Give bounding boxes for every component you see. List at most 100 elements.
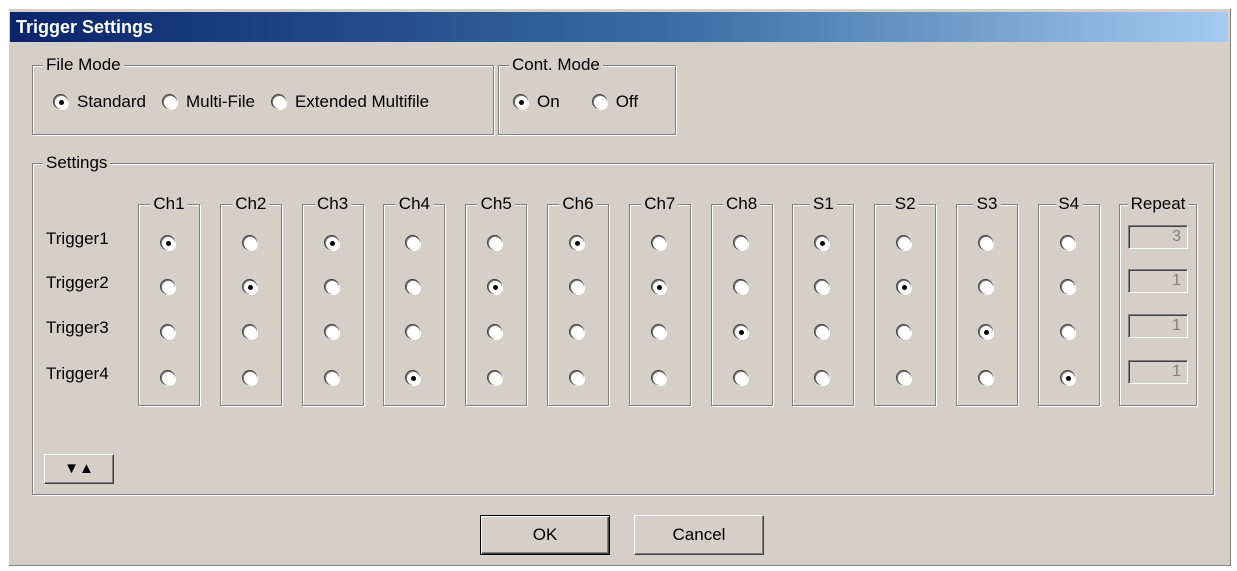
trigger4-repeat-field[interactable]: 1: [1128, 360, 1188, 384]
trigger4-ch6-radio[interactable]: [571, 372, 584, 385]
column-s3: S3: [956, 194, 1018, 406]
trigger3-s1-radio[interactable]: [816, 326, 830, 339]
cancel-button[interactable]: Cancel: [634, 515, 764, 555]
column-ch3: Ch3: [301, 194, 364, 406]
column-ch7: Ch7: [628, 194, 691, 406]
column-header-ch1: Ch1: [150, 194, 188, 214]
extended-multifile-radio[interactable]: [272, 95, 286, 109]
trigger4-s1-radio[interactable]: [816, 372, 830, 385]
trigger2-ch6-radio[interactable]: [571, 281, 584, 294]
trigger2-repeat-field[interactable]: 1: [1128, 269, 1188, 293]
cancel-label: Cancel: [672, 525, 726, 544]
trigger1-s1-radio[interactable]: [816, 237, 830, 250]
trigger2-ch8-radio[interactable]: [734, 281, 748, 294]
ok-label: OK: [532, 525, 558, 544]
cont-mode-group: Cont. Mode On Off: [498, 55, 676, 135]
trigger4-ch2-radio[interactable]: [243, 372, 257, 385]
collapse-toggle-button[interactable]: ▼▲: [44, 454, 114, 484]
trigger1-s3-radio[interactable]: [980, 237, 993, 250]
trigger3-ch1-radio[interactable]: [162, 326, 175, 339]
trigger4-label: Trigger4: [46, 364, 109, 383]
trigger2-s1-radio[interactable]: [816, 281, 830, 294]
trigger3-ch8-radio[interactable]: [734, 326, 748, 339]
column-ch2: Ch2: [219, 194, 282, 406]
trigger2-s4-radio[interactable]: [1061, 281, 1075, 294]
trigger1-ch5-radio[interactable]: [489, 237, 503, 250]
cont-off-radio[interactable]: [593, 95, 607, 109]
trigger2-label: Trigger2: [46, 273, 109, 292]
trigger1-ch3-radio[interactable]: [325, 237, 339, 250]
multi-file-radio[interactable]: [164, 95, 177, 109]
trigger3-ch7-radio[interactable]: [652, 326, 666, 339]
ok-button[interactable]: OK: [480, 515, 610, 555]
trigger4-ch1-radio[interactable]: [162, 372, 175, 385]
column-ch8: Ch8: [710, 194, 773, 406]
title-bar[interactable]: Trigger Settings: [10, 12, 1228, 42]
trigger3-ch5-radio[interactable]: [489, 326, 503, 339]
trigger1-s2-radio[interactable]: [898, 237, 912, 250]
trigger1-ch1-radio[interactable]: [162, 237, 175, 250]
trigger3-s4-radio[interactable]: [1061, 326, 1075, 339]
trigger1-ch4-radio[interactable]: [407, 237, 421, 250]
column-header-ch7: Ch7: [641, 194, 679, 214]
column-header-ch2: Ch2: [232, 194, 270, 214]
column-header-ch8: Ch8: [723, 194, 761, 214]
trigger4-ch4-radio[interactable]: [407, 372, 421, 385]
cont-on-label[interactable]: On: [537, 92, 560, 112]
cont-mode-legend: Cont. Mode: [509, 55, 603, 75]
trigger1-s4-radio[interactable]: [1061, 237, 1075, 250]
trigger1-repeat-field[interactable]: 3: [1128, 225, 1188, 249]
trigger3-s3-radio[interactable]: [980, 326, 993, 339]
settings-group: Settings: [32, 153, 1214, 495]
column-s4: S4: [1037, 194, 1100, 406]
trigger2-s2-radio[interactable]: [898, 281, 912, 294]
repeat-column: Repeat 3 1 1 1: [1119, 194, 1197, 406]
column-s1: S1: [792, 194, 855, 406]
trigger2-ch2-radio[interactable]: [243, 281, 257, 294]
column-header-s1: S1: [809, 194, 837, 214]
trigger3-s2-radio[interactable]: [898, 326, 912, 339]
column-header-s4: S4: [1055, 194, 1083, 214]
extended-multifile-label[interactable]: Extended Multifile: [295, 92, 429, 112]
trigger2-ch7-radio[interactable]: [652, 281, 666, 294]
collapse-toggle-label: ▼▲: [64, 460, 94, 477]
column-ch4: Ch4: [383, 194, 446, 406]
trigger1-ch7-radio[interactable]: [652, 237, 666, 250]
column-header-s2: S2: [891, 194, 919, 214]
trigger2-ch3-radio[interactable]: [325, 281, 339, 294]
trigger3-ch3-radio[interactable]: [325, 326, 339, 339]
standard-radio[interactable]: [55, 95, 68, 109]
trigger4-ch5-radio[interactable]: [489, 372, 503, 385]
trigger3-ch2-radio[interactable]: [243, 326, 257, 339]
trigger3-ch6-radio[interactable]: [571, 326, 584, 339]
trigger1-ch6-radio[interactable]: [571, 237, 584, 250]
trigger4-ch8-radio[interactable]: [734, 372, 748, 385]
column-header-ch6: Ch6: [559, 194, 597, 214]
trigger4-ch3-radio[interactable]: [325, 372, 339, 385]
trigger4-s2-radio[interactable]: [898, 372, 912, 385]
column-header-ch5: Ch5: [477, 194, 515, 214]
column-ch1: Ch1: [138, 194, 200, 406]
trigger4-s3-radio[interactable]: [980, 372, 993, 385]
column-header-ch3: Ch3: [314, 194, 352, 214]
trigger1-label: Trigger1: [46, 229, 109, 248]
trigger3-ch4-radio[interactable]: [407, 326, 421, 339]
cont-on-radio[interactable]: [515, 95, 528, 109]
window-title: Trigger Settings: [16, 17, 154, 37]
trigger2-ch5-radio[interactable]: [489, 281, 503, 294]
trigger4-ch7-radio[interactable]: [652, 372, 666, 385]
settings-legend: Settings: [43, 153, 111, 173]
trigger1-ch8-radio[interactable]: [734, 237, 748, 250]
column-header-s3: S3: [973, 194, 1001, 214]
trigger2-ch4-radio[interactable]: [407, 281, 421, 294]
multi-file-label[interactable]: Multi-File: [186, 92, 255, 112]
standard-label[interactable]: Standard: [77, 92, 146, 112]
trigger2-s3-radio[interactable]: [980, 281, 993, 294]
repeat-header: Repeat: [1127, 194, 1189, 214]
trigger4-s4-radio[interactable]: [1061, 372, 1075, 385]
file-mode-legend: File Mode: [43, 55, 124, 75]
trigger3-repeat-field[interactable]: 1: [1128, 314, 1188, 338]
cont-off-label[interactable]: Off: [616, 92, 638, 112]
trigger1-ch2-radio[interactable]: [243, 237, 257, 250]
trigger2-ch1-radio[interactable]: [162, 281, 175, 294]
